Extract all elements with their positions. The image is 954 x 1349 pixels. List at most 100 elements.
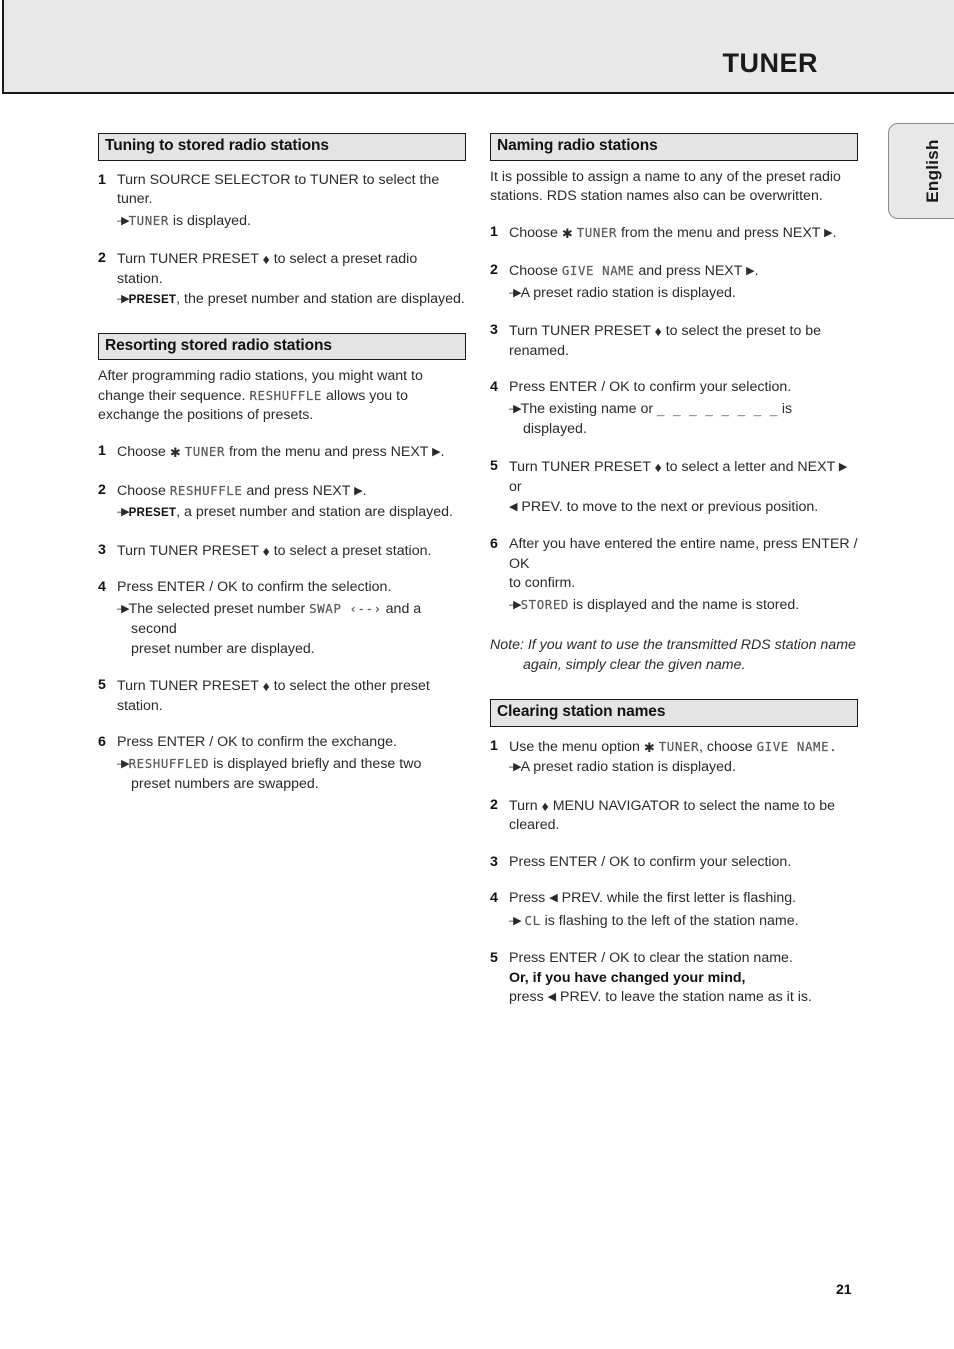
star-asterisk-icon: ✱ bbox=[643, 739, 655, 755]
step-text: Turn TUNER PRESET bbox=[509, 323, 655, 340]
step-text: Choose bbox=[509, 263, 562, 280]
left-triangle-icon: ◀ bbox=[509, 500, 518, 513]
note-label: Note: bbox=[490, 637, 528, 654]
step-number: 2 bbox=[490, 796, 498, 813]
step-result: CL is flashing to the left of the statio… bbox=[509, 911, 858, 933]
step-text-continued: to confirm. bbox=[509, 575, 576, 592]
list-item: 4 Press ◀ PREV. while the first letter i… bbox=[490, 889, 858, 932]
arrow-result-icon bbox=[509, 285, 521, 301]
step-text: Use the menu option bbox=[509, 738, 644, 755]
arrow-result-icon bbox=[117, 601, 129, 617]
step-number: 1 bbox=[98, 171, 106, 188]
step-text: Choose bbox=[509, 224, 562, 241]
cont-text: PREV. to move to the next or previous po… bbox=[517, 498, 819, 515]
arrow-result-icon bbox=[509, 401, 521, 417]
step-number: 5 bbox=[98, 677, 106, 694]
right-triangle-icon: ▶ bbox=[432, 446, 441, 459]
step-result: The selected preset number SWAP ‹--› and… bbox=[117, 599, 466, 640]
arrow-result-icon bbox=[117, 213, 129, 229]
right-triangle-icon: ▶ bbox=[838, 460, 848, 473]
right-triangle-icon: ▶ bbox=[354, 484, 363, 497]
lcd-text: TUNER bbox=[658, 738, 700, 754]
arrow-result-icon bbox=[117, 756, 129, 772]
lcd-text: SWAP ‹--› bbox=[309, 600, 382, 616]
step-text: Press ENTER / OK to clear the station na… bbox=[509, 950, 793, 967]
step-number: 4 bbox=[98, 579, 106, 596]
step-text: Press ENTER / OK to confirm your selecti… bbox=[509, 853, 792, 870]
step-text: Turn bbox=[509, 797, 542, 814]
step-text-b: to select a preset station. bbox=[269, 542, 432, 559]
step-text-b: PREV. while the first letter is flashing… bbox=[557, 890, 797, 907]
step-text-continued: cleared. bbox=[509, 817, 560, 834]
step-number: 6 bbox=[490, 536, 498, 553]
list-item: 1 Turn SOURCE SELECTOR to TUNER to selec… bbox=[98, 171, 466, 233]
right-column: Naming radio stations It is possible to … bbox=[490, 133, 858, 1009]
list-item: 2 Turn ♦ MENU NAVIGATOR to select the na… bbox=[490, 796, 858, 836]
steps-list-clearing: 1 Use the menu option ✱ TUNER, choose GI… bbox=[490, 737, 858, 1009]
step-number: 1 bbox=[490, 223, 498, 240]
list-item: 6 Press ENTER / OK to confirm the exchan… bbox=[98, 733, 466, 795]
step-text: Choose bbox=[117, 444, 170, 461]
list-item: 3 Turn TUNER PRESET ♦ to select a preset… bbox=[98, 541, 466, 562]
up-down-arrow-icon: ♦ bbox=[262, 542, 270, 559]
step-result: PRESET, a preset number and station are … bbox=[117, 503, 466, 524]
note-text-continued: again, simply clear the given name. bbox=[523, 656, 746, 673]
list-item: 5 Turn TUNER PRESET ♦ to select a letter… bbox=[490, 457, 858, 519]
language-tab-label: English bbox=[923, 139, 942, 203]
step-number: 4 bbox=[490, 890, 498, 907]
result-text: is flashing to the left of the station n… bbox=[540, 912, 799, 929]
lcd-text: RESHUFFLE bbox=[249, 388, 322, 404]
lcd-placeholder-underscores: _ _ _ _ _ _ _ _ bbox=[657, 400, 778, 416]
step-result: TUNER is displayed. bbox=[117, 211, 466, 233]
result-text: , a preset number and station are displa… bbox=[176, 504, 453, 521]
step-text: Press ENTER / OK to confirm the exchange… bbox=[117, 734, 397, 751]
step-number: 2 bbox=[98, 250, 106, 267]
star-asterisk-icon: ✱ bbox=[169, 445, 181, 461]
list-item: 2 Choose GIVE NAME and press NEXT ▶. A p… bbox=[490, 261, 858, 304]
list-item: 2 Turn TUNER PRESET ♦ to select a preset… bbox=[98, 249, 466, 311]
page-header-band: TUNER bbox=[2, 0, 954, 94]
step-text-continued: ◀ PREV. to move to the next or previous … bbox=[509, 498, 858, 519]
list-item: 6 After you have entered the entire name… bbox=[490, 535, 858, 616]
step-text-b: , choose bbox=[699, 738, 757, 755]
step-text: Turn TUNER PRESET bbox=[509, 458, 655, 475]
step-result: PRESET, the preset number and station ar… bbox=[117, 290, 466, 311]
lcd-text: TUNER bbox=[184, 444, 226, 460]
lcd-text: CL bbox=[524, 912, 541, 928]
list-item: 4 Press ENTER / OK to confirm the select… bbox=[98, 578, 466, 659]
language-tab-english: English bbox=[888, 123, 954, 219]
step-result: The existing name or _ _ _ _ _ _ _ _ is … bbox=[509, 399, 858, 440]
step-bold-alternative: Or, if you have changed your mind, bbox=[509, 969, 746, 986]
step-number: 3 bbox=[490, 853, 498, 870]
note-rds-station-name: Note: If you want to use the transmitted… bbox=[490, 636, 858, 675]
step-result-continued: preset numbers are swapped. bbox=[131, 776, 319, 793]
step-text: Press ENTER / OK to confirm the selectio… bbox=[117, 579, 392, 596]
list-item: 5 Turn TUNER PRESET ♦ to select the othe… bbox=[98, 676, 466, 716]
arrow-result-icon bbox=[117, 504, 129, 520]
result-text: is displayed. bbox=[168, 212, 251, 229]
left-column: Tuning to stored radio stations 1 Turn S… bbox=[98, 133, 466, 795]
lcd-text: RESHUFFLED bbox=[128, 755, 210, 771]
step-text-c: . bbox=[362, 482, 367, 499]
step-text-b: and press NEXT bbox=[634, 263, 747, 280]
step-number: 5 bbox=[490, 457, 498, 474]
step-text-b: and press NEXT bbox=[242, 482, 355, 499]
display-indicator-label: PRESET bbox=[128, 506, 177, 520]
list-item: 2 Choose RESHUFFLE and press NEXT ▶. PRE… bbox=[98, 481, 466, 524]
section-heading-resorting-stored-radio-stations: Resorting stored radio stations bbox=[98, 332, 466, 361]
list-item: 1 Choose ✱ TUNER from the menu and press… bbox=[98, 442, 466, 464]
arrow-result-icon bbox=[117, 291, 129, 307]
step-text: Turn TUNER PRESET bbox=[117, 251, 263, 268]
step-number: 4 bbox=[490, 379, 498, 396]
page-number: 21 bbox=[836, 1281, 852, 1297]
step-result: A preset radio station is displayed. bbox=[509, 284, 858, 305]
list-item: 3 Press ENTER / OK to confirm your selec… bbox=[490, 853, 858, 873]
lcd-text: STORED bbox=[520, 596, 569, 612]
step-number: 5 bbox=[490, 950, 498, 967]
list-item: 3 Turn TUNER PRESET ♦ to select the pres… bbox=[490, 321, 858, 361]
steps-list-resorting: 1 Choose ✱ TUNER from the menu and press… bbox=[98, 442, 466, 795]
step-text-continued: press ◀ PREV. to leave the station name … bbox=[509, 988, 858, 1009]
section-heading-naming-radio-stations: Naming radio stations bbox=[490, 133, 858, 161]
step-result-continued: preset number are displayed. bbox=[131, 640, 315, 657]
step-text-b: from the menu and press NEXT bbox=[617, 224, 825, 241]
